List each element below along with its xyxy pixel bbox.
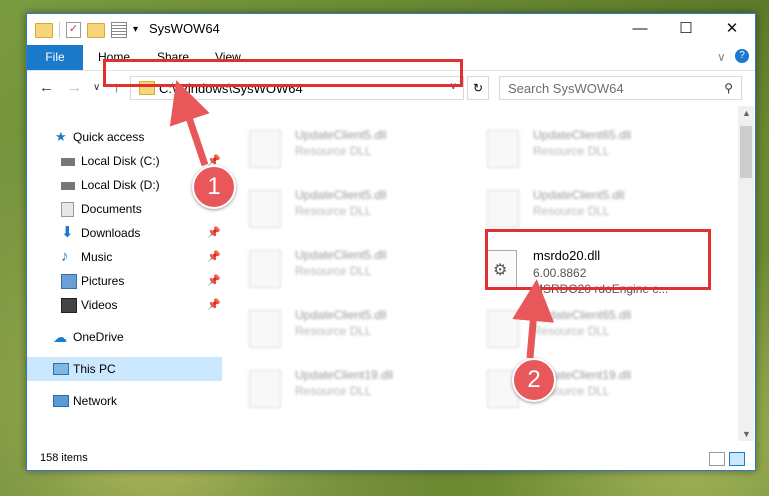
arrow-to-target-file	[512, 279, 555, 359]
step-badge-1: 1	[192, 165, 236, 209]
annotation-arrows	[169, 80, 555, 359]
step-badge-2: 2	[512, 358, 556, 402]
arrow-to-address-bar	[169, 80, 210, 167]
